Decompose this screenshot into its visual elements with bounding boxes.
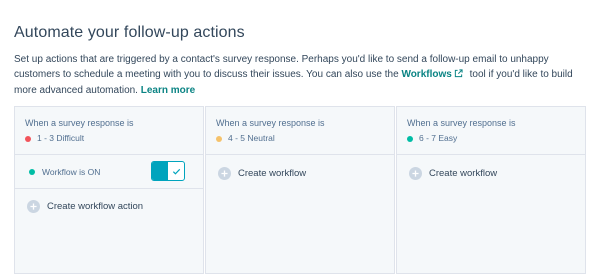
response-column-easy: When a survey response is 6 - 7 Easy Cre… <box>396 106 586 274</box>
learn-more-link[interactable]: Learn more <box>141 85 195 96</box>
difficult-status-dot <box>25 135 31 142</box>
when-label: When a survey response is <box>407 118 516 128</box>
response-range: 6 - 7 Easy <box>407 133 585 144</box>
workflow-status-label: Workflow is ON <box>42 166 101 177</box>
range-label: 4 - 5 Neutral <box>228 133 275 143</box>
column-header: When a survey response is 4 - 5 Neutral <box>206 107 394 155</box>
plus-icon <box>218 167 231 180</box>
check-icon <box>168 162 184 180</box>
plus-icon <box>27 200 40 213</box>
create-workflow-label: Create workflow <box>429 168 498 179</box>
section-description: Set up actions that are triggered by a c… <box>14 52 589 98</box>
follow-up-actions-page: Automate your follow-up actions Set up a… <box>0 0 600 274</box>
range-label: 6 - 7 Easy <box>419 133 458 143</box>
when-label: When a survey response is <box>25 118 134 128</box>
workflow-status-row: Workflow is ON <box>15 155 203 189</box>
section-title: Automate your follow-up actions <box>14 24 245 41</box>
response-range: 4 - 5 Neutral <box>216 133 394 144</box>
range-label: 1 - 3 Difficult <box>37 133 85 143</box>
workflows-link-label: Workflows <box>401 69 452 80</box>
create-workflow-action-label: Create workflow action <box>47 201 144 212</box>
plus-icon <box>409 167 422 180</box>
workflow-toggle[interactable] <box>151 161 185 181</box>
neutral-status-dot <box>216 135 222 142</box>
toggle-track <box>152 162 168 180</box>
response-range: 1 - 3 Difficult <box>25 133 203 144</box>
response-column-difficult: When a survey response is 1 - 3 Difficul… <box>14 106 204 274</box>
easy-status-dot <box>407 135 413 142</box>
workflow-on-dot <box>29 168 35 175</box>
create-workflow-label: Create workflow <box>238 168 307 179</box>
response-column-neutral: When a survey response is 4 - 5 Neutral … <box>205 106 395 274</box>
column-header: When a survey response is 1 - 3 Difficul… <box>15 107 203 155</box>
when-label: When a survey response is <box>216 118 325 128</box>
create-workflow-button[interactable]: Create workflow <box>409 167 497 180</box>
workflows-link[interactable]: Workflows <box>401 69 466 80</box>
external-link-icon <box>454 68 463 83</box>
create-workflow-action-button[interactable]: Create workflow action <box>27 200 143 213</box>
create-workflow-button[interactable]: Create workflow <box>218 167 306 180</box>
column-header: When a survey response is 6 - 7 Easy <box>397 107 585 155</box>
